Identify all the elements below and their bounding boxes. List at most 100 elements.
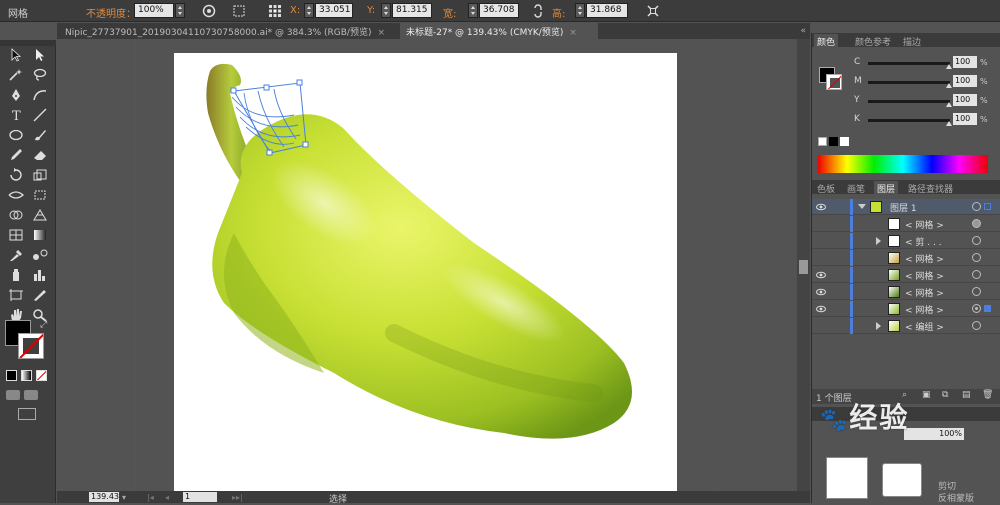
layer-name[interactable]: < 网格 > <box>905 218 944 231</box>
scrollbar-thumb[interactable] <box>799 260 808 274</box>
close-icon[interactable]: × <box>377 28 385 38</box>
target-icon[interactable] <box>972 253 981 262</box>
width-stepper[interactable] <box>468 3 478 18</box>
page-field[interactable]: 1 <box>183 492 217 502</box>
y-field[interactable]: 81.315 <box>392 3 432 18</box>
delete-layer-icon[interactable]: 🗑 <box>982 390 993 400</box>
visibility-eye-icon[interactable] <box>816 202 826 212</box>
close-icon[interactable]: × <box>569 28 577 38</box>
x-field[interactable]: 33.051 <box>315 3 353 18</box>
black-color-swatch[interactable] <box>829 137 838 146</box>
x-stepper[interactable] <box>304 3 314 18</box>
eyedropper-tool-icon[interactable] <box>8 248 24 262</box>
perspective-grid-tool-icon[interactable] <box>32 208 48 222</box>
height-stepper[interactable] <box>575 3 585 18</box>
tab-pathfinder[interactable]: 路径查找器 <box>905 181 956 196</box>
layer-name[interactable]: < 网格 > <box>905 252 944 265</box>
align-icon[interactable] <box>232 4 246 18</box>
tab-color-guide[interactable]: 颜色参考 <box>852 34 894 49</box>
layer-row[interactable]: < 网格 > <box>812 250 1000 266</box>
pen-tool-icon[interactable] <box>8 88 24 102</box>
free-transform-tool-icon[interactable] <box>32 188 48 202</box>
layer-name[interactable]: < 剪 . . . <box>905 235 942 248</box>
target-icon[interactable] <box>972 236 981 245</box>
channel-c-slider[interactable] <box>868 62 952 69</box>
layer-row[interactable]: 图层 1 <box>812 199 1000 215</box>
white-color-swatch[interactable] <box>840 137 849 146</box>
tab-swatches[interactable]: 色板 <box>814 181 838 196</box>
target-icon[interactable] <box>972 219 981 228</box>
layer-name[interactable]: < 编组 > <box>905 320 944 333</box>
vertical-scrollbar[interactable] <box>797 39 810 491</box>
layer-row[interactable]: < 网格 > <box>812 301 1000 317</box>
selection-tool-icon[interactable] <box>8 48 24 62</box>
ellipse-tool-icon[interactable] <box>8 128 24 142</box>
line-tool-icon[interactable] <box>32 108 48 122</box>
opacity-label[interactable]: 不透明度： <box>86 5 136 20</box>
color-mode-icon[interactable] <box>6 370 17 381</box>
curvature-tool-icon[interactable] <box>32 88 48 102</box>
none-mode-icon[interactable] <box>36 370 47 381</box>
tab-document-untitled[interactable]: 未标题-27* @ 139.43% (CMYK/预览) × <box>400 23 598 39</box>
panel-collapse-icon[interactable]: « <box>800 26 806 36</box>
gradient-mode-icon[interactable] <box>21 370 32 381</box>
layer-row[interactable]: < 网格 > <box>812 216 1000 232</box>
shape-builder-tool-icon[interactable] <box>8 208 24 222</box>
screen-mode-icon[interactable] <box>18 408 36 420</box>
rotate-tool-icon[interactable] <box>8 168 24 182</box>
blend-tool-icon[interactable] <box>32 248 48 262</box>
layer-row[interactable]: < 网格 > <box>812 267 1000 283</box>
draw-behind-icon[interactable] <box>24 390 38 400</box>
layer-row[interactable]: < 网格 > <box>812 284 1000 300</box>
channel-m-slider[interactable] <box>868 81 952 88</box>
width-tool-icon[interactable] <box>8 188 24 202</box>
swap-fill-stroke-icon[interactable]: ⤢ <box>40 320 47 330</box>
color-stroke-swatch[interactable] <box>826 74 842 90</box>
width-field[interactable]: 36.708 <box>479 3 519 18</box>
target-icon[interactable] <box>972 270 981 279</box>
opacity-field[interactable]: 100% <box>134 3 174 18</box>
paintbrush-tool-icon[interactable] <box>32 128 48 142</box>
stroke-color-swatch[interactable] <box>18 333 44 359</box>
prev-page-icon[interactable]: ◂ <box>165 493 169 502</box>
target-icon[interactable] <box>972 304 981 313</box>
layer-name[interactable]: < 网格 > <box>905 286 944 299</box>
visibility-eye-icon[interactable] <box>816 304 826 314</box>
opacity-dropdown[interactable] <box>175 3 185 18</box>
target-icon[interactable] <box>972 287 981 296</box>
recolor-icon[interactable] <box>202 4 216 18</box>
channel-y-field[interactable]: 100 <box>953 94 977 106</box>
selected-indicator[interactable] <box>984 203 991 210</box>
tab-brushes[interactable]: 画笔 <box>844 181 868 196</box>
expand-arrow-icon[interactable] <box>876 237 881 245</box>
opacity-mask-thumbnail[interactable] <box>826 457 868 499</box>
layer-name[interactable]: 图层 1 <box>890 201 917 214</box>
zoom-dropdown-icon[interactable]: ▾ <box>122 493 126 502</box>
lasso-tool-icon[interactable] <box>32 68 48 82</box>
visibility-eye-icon[interactable] <box>816 287 826 297</box>
scale-tool-icon[interactable] <box>32 168 48 182</box>
column-graph-tool-icon[interactable] <box>32 268 48 282</box>
canvas-area[interactable] <box>57 39 810 491</box>
artboard[interactable] <box>174 53 677 491</box>
tab-stroke[interactable]: 描边 <box>900 34 924 49</box>
pencil-tool-icon[interactable] <box>8 148 24 162</box>
target-icon[interactable] <box>972 202 981 211</box>
none-color-swatch[interactable] <box>818 137 827 146</box>
channel-m-field[interactable]: 100 <box>953 75 977 87</box>
tab-layers[interactable]: 图层 <box>874 181 899 196</box>
channel-k-slider[interactable] <box>868 119 952 126</box>
first-page-icon[interactable]: |◂ <box>147 493 154 502</box>
layer-name[interactable]: < 网格 > <box>905 303 944 316</box>
target-icon[interactable] <box>972 321 981 330</box>
direct-selection-tool-icon[interactable] <box>32 48 48 62</box>
channel-c-field[interactable]: 100 <box>953 56 977 68</box>
invert-mask-checkbox-label[interactable]: 反相蒙版 <box>938 491 974 504</box>
zoom-field[interactable]: 139.43 <box>89 492 119 502</box>
transform-icon[interactable] <box>646 4 660 18</box>
layer-name[interactable]: < 网格 > <box>905 269 944 282</box>
make-mask-button[interactable] <box>882 463 922 497</box>
visibility-eye-icon[interactable] <box>816 270 826 280</box>
gradient-tool-icon[interactable] <box>32 228 48 242</box>
eraser-tool-icon[interactable] <box>32 148 48 162</box>
